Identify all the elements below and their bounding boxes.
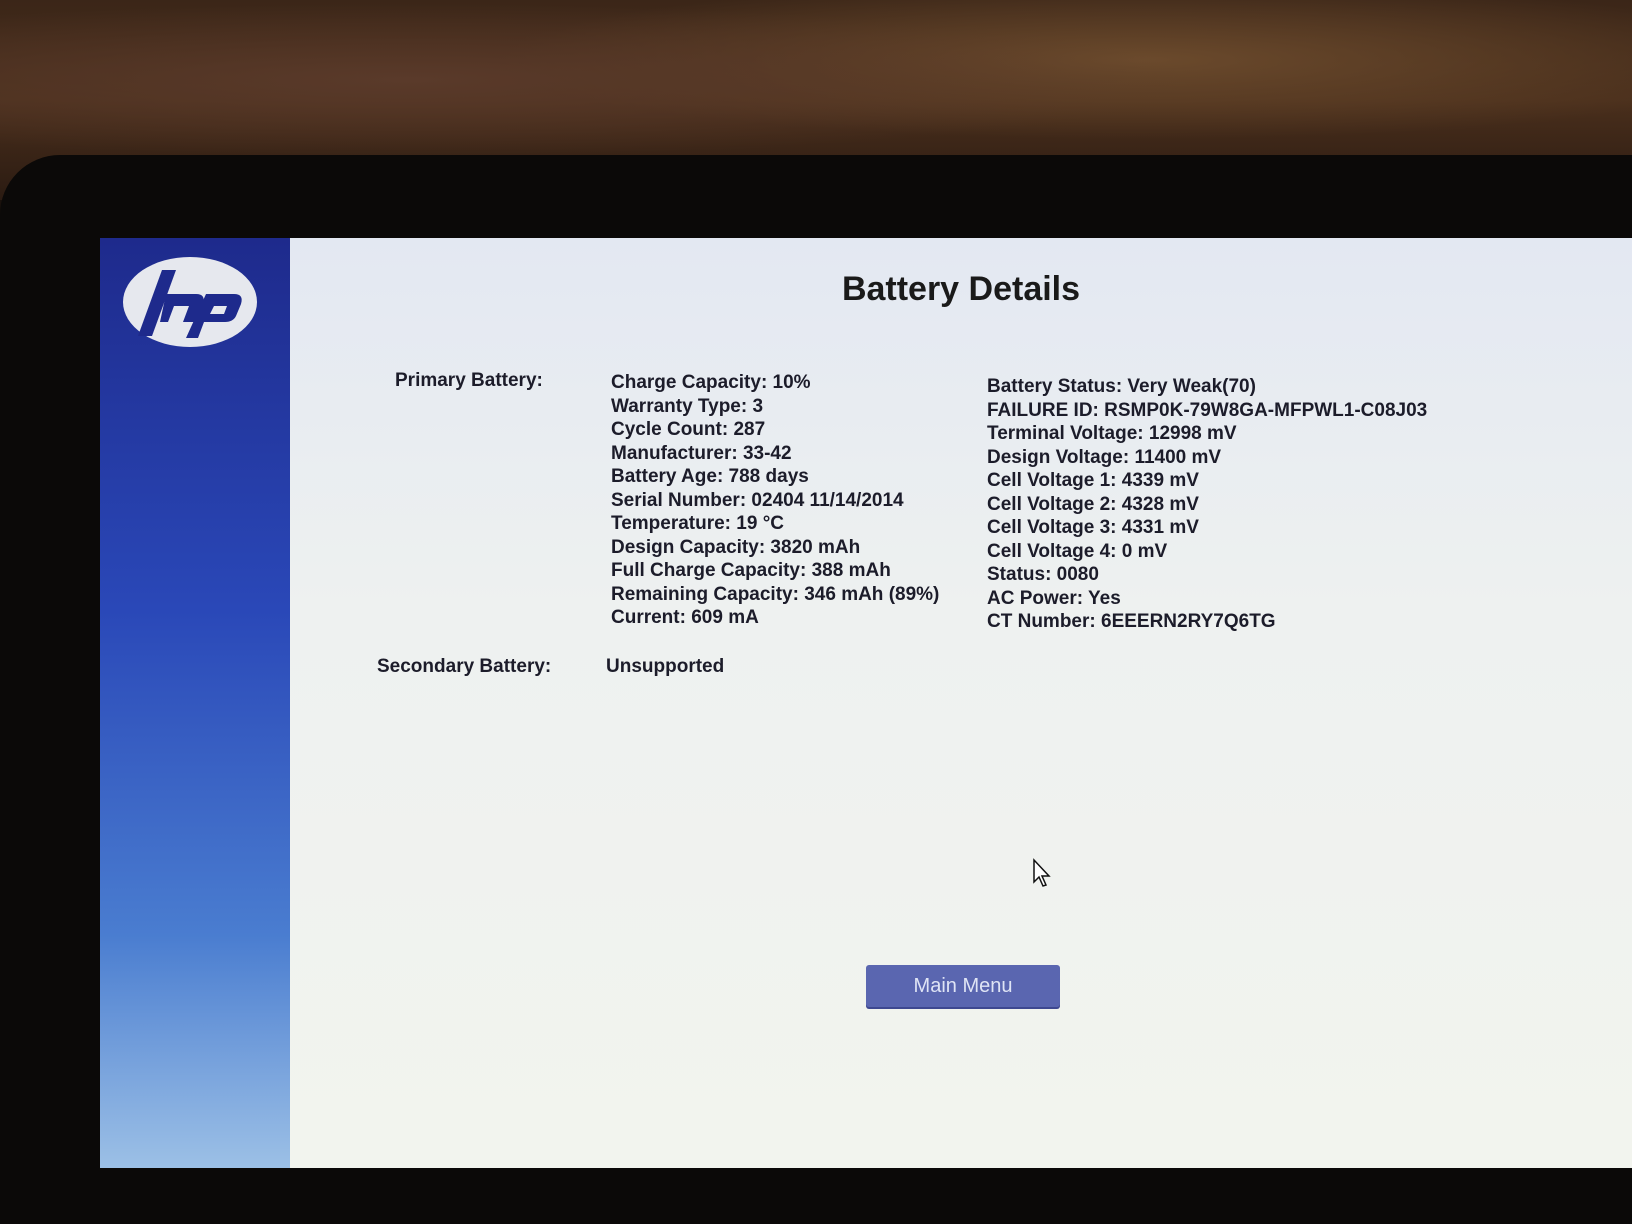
detail-warranty-type: Warranty Type: 3: [611, 395, 764, 417]
detail-status: Status: 0080: [987, 564, 1099, 585]
detail-ac-power: AC Power: Yes: [987, 587, 1121, 609]
detail-cell-voltage-3: Cell Voltage 3: 4331 mV: [987, 517, 1199, 538]
secondary-battery-label: Secondary Battery:: [377, 656, 552, 677]
page-title: Battery Details: [841, 270, 1081, 308]
sidebar: [100, 238, 290, 1168]
primary-battery-label: Primary Battery:: [395, 370, 543, 391]
detail-cell-voltage-2: Cell Voltage 2: 4328 mV: [987, 493, 1199, 515]
mouse-cursor-icon: [1033, 858, 1051, 887]
detail-design-voltage: Design Voltage: 11400 mV: [987, 446, 1222, 468]
detail-cycle-count: Cycle Count: 287: [611, 419, 766, 440]
primary-battery-left-column: Charge Capacity: 10% Warranty Type: 3 Cy…: [611, 371, 939, 630]
primary-battery-right-column: Battery Status: Very Weak(70) FAILURE ID…: [987, 375, 1427, 634]
bios-screen: Battery Details Primary Battery: Charge …: [100, 238, 1632, 1168]
detail-manufacturer: Manufacturer: 33-42: [611, 442, 792, 464]
secondary-battery-value: Unsupported: [606, 656, 725, 677]
detail-ct-number: CT Number: 6EEERN2RY7Q6TG: [987, 611, 1276, 632]
detail-design-capacity: Design Capacity: 3820 mAh: [611, 536, 861, 558]
detail-remaining-capacity: Remaining Capacity: 346 mAh (89%): [611, 583, 940, 605]
detail-cell-voltage-1: Cell Voltage 1: 4339 mV: [987, 470, 1199, 491]
detail-serial-number: Serial Number: 02404 11/14/2014: [611, 489, 904, 511]
detail-temperature: Temperature: 19 °C: [611, 513, 785, 534]
detail-cell-voltage-4: Cell Voltage 4: 0 mV: [987, 540, 1168, 562]
detail-failure-id: FAILURE ID: RSMP0K-79W8GA-MFPWL1-C08J03: [987, 399, 1428, 421]
detail-full-charge-capacity: Full Charge Capacity: 388 mAh: [611, 560, 891, 581]
laptop-bezel-bottom: [0, 1168, 1632, 1224]
detail-charge-capacity: Charge Capacity: 10%: [611, 372, 811, 393]
detail-battery-age: Battery Age: 788 days: [611, 466, 809, 487]
detail-terminal-voltage: Terminal Voltage: 12998 mV: [987, 423, 1237, 444]
detail-current: Current: 609 mA: [611, 607, 759, 628]
detail-battery-status: Battery Status: Very Weak(70): [987, 376, 1256, 397]
main-menu-button[interactable]: Main Menu: [866, 965, 1060, 1007]
